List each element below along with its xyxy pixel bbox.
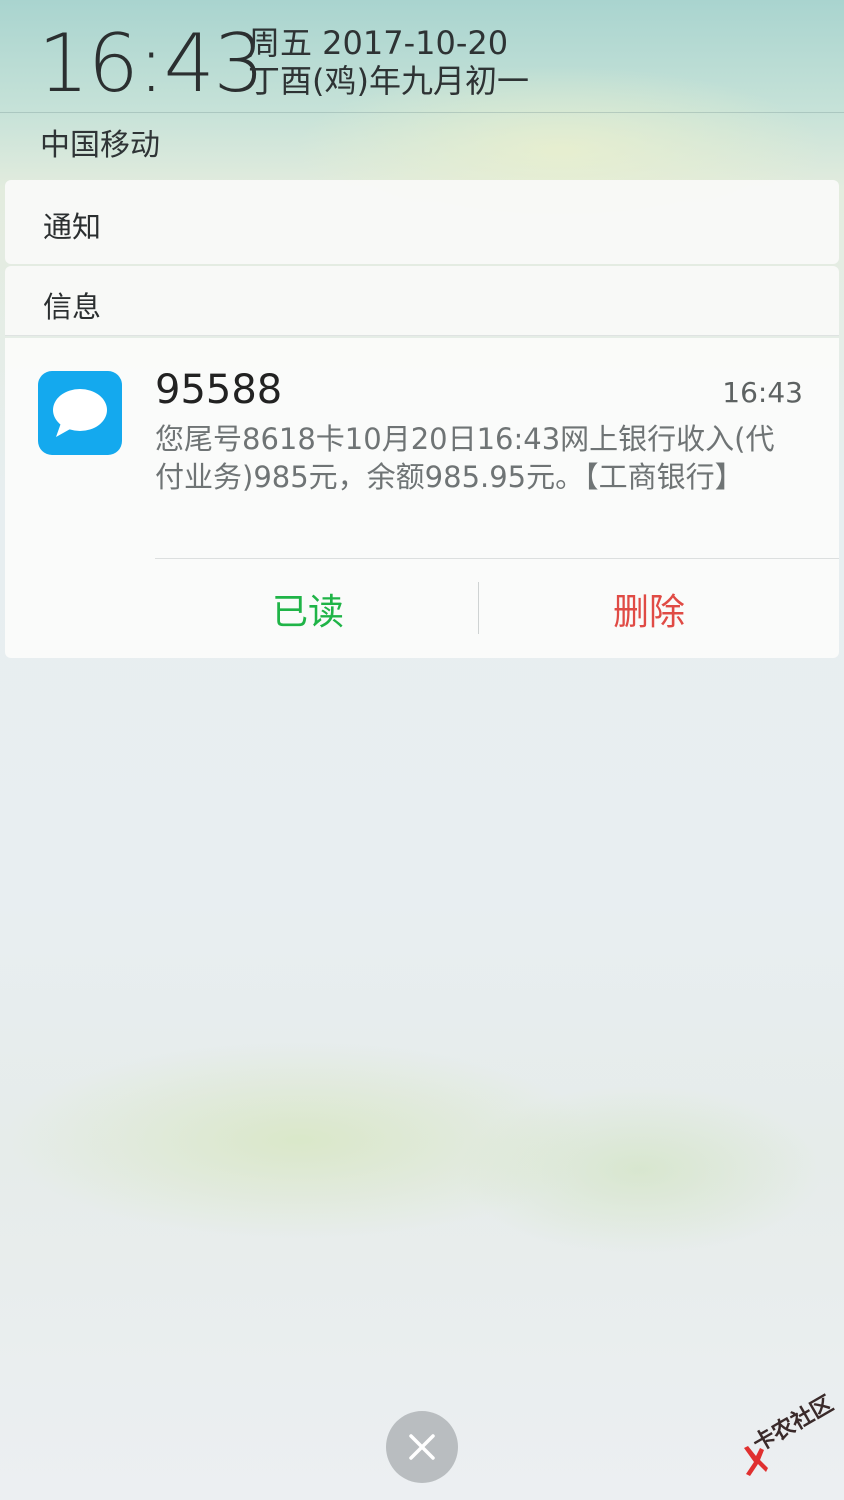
message-body: 您尾号8618卡10月20日16:43网上银行收入(代付业务)985元，余额98… <box>155 422 775 494</box>
messages-label: 信息 <box>43 290 102 324</box>
date-text: 周五 2017-10-20 <box>248 24 509 62</box>
clock-time: 16:43 <box>38 17 265 110</box>
divider <box>155 558 839 559</box>
watermark: 卡农社区 <box>740 1391 840 1480</box>
lockscreen-header: 16:43 周五 2017-10-20 丁酉(鸡)年九月初一 <box>0 0 844 113</box>
notifications-label: 通知 <box>43 210 102 244</box>
chat-bubble-icon-glyph <box>53 389 107 437</box>
messages-section-header[interactable]: 信息 <box>5 266 839 336</box>
message-time: 16:43 <box>722 376 803 409</box>
mark-read-button[interactable]: 已读 <box>138 560 478 658</box>
sms-notification-card[interactable]: 95588 16:43 您尾号8618卡10月20日16:43网上银行收入(代付… <box>5 338 839 658</box>
carrier-name: 中国移动 <box>40 128 160 163</box>
chat-bubble-icon[interactable] <box>38 371 122 455</box>
close-button[interactable] <box>386 1411 458 1483</box>
delete-button[interactable]: 删除 <box>479 560 819 658</box>
message-sender: 95588 <box>155 367 283 413</box>
lunar-date-text: 丁酉(鸡)年九月初一 <box>248 62 529 100</box>
notifications-section[interactable]: 通知 <box>5 180 839 264</box>
close-icon <box>409 1434 435 1460</box>
divider <box>5 335 839 336</box>
